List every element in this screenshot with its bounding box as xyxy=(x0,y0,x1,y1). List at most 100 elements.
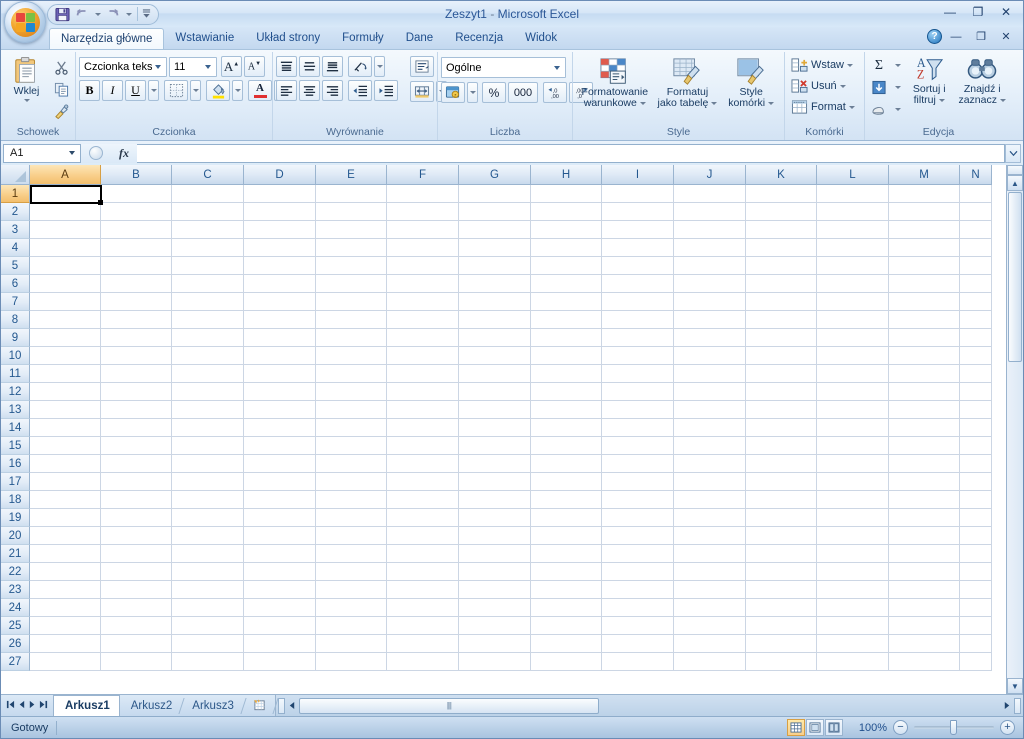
cell-C27[interactable] xyxy=(172,653,244,671)
cell-B11[interactable] xyxy=(101,365,172,383)
name-box-dropdown-icon[interactable] xyxy=(69,151,75,155)
column-header-d[interactable]: D xyxy=(244,165,316,185)
cell-F27[interactable] xyxy=(387,653,459,671)
cell-M6[interactable] xyxy=(889,275,960,293)
cell-L14[interactable] xyxy=(817,419,889,437)
cell-L22[interactable] xyxy=(817,563,889,581)
row-header-11[interactable]: 11 xyxy=(1,365,30,383)
row-header-13[interactable]: 13 xyxy=(1,401,30,419)
cell-L24[interactable] xyxy=(817,599,889,617)
cell-C26[interactable] xyxy=(172,635,244,653)
cell-F8[interactable] xyxy=(387,311,459,329)
percent-format-button[interactable]: % xyxy=(482,82,506,103)
cancel-icon[interactable] xyxy=(89,146,103,160)
cell-E27[interactable] xyxy=(316,653,387,671)
insert-function-icon[interactable]: fx xyxy=(119,146,129,161)
font-name-input[interactable]: Czcionka tekstu xyxy=(79,56,167,77)
cell-A24[interactable] xyxy=(30,599,101,617)
cell-G26[interactable] xyxy=(459,635,531,653)
row-header-23[interactable]: 23 xyxy=(1,581,30,599)
cell-E14[interactable] xyxy=(316,419,387,437)
cell-E7[interactable] xyxy=(316,293,387,311)
cell-styles-button[interactable]: Style komórki xyxy=(721,56,781,109)
cell-G22[interactable] xyxy=(459,563,531,581)
cell-F6[interactable] xyxy=(387,275,459,293)
cell-B9[interactable] xyxy=(101,329,172,347)
cell-E24[interactable] xyxy=(316,599,387,617)
cell-J19[interactable] xyxy=(674,509,746,527)
undo-dropdown-icon[interactable] xyxy=(92,5,103,23)
help-icon[interactable]: ? xyxy=(927,29,942,44)
cell-N2[interactable] xyxy=(960,203,992,221)
cell-C3[interactable] xyxy=(172,221,244,239)
cell-E22[interactable] xyxy=(316,563,387,581)
cell-H19[interactable] xyxy=(531,509,602,527)
horizontal-split-handle-right[interactable] xyxy=(1014,697,1021,714)
window-minimize-button[interactable]: — xyxy=(937,3,963,21)
cell-J25[interactable] xyxy=(674,617,746,635)
comma-format-button[interactable]: 000 xyxy=(508,82,538,103)
cell-I27[interactable] xyxy=(602,653,674,671)
cell-C10[interactable] xyxy=(172,347,244,365)
cell-H8[interactable] xyxy=(531,311,602,329)
column-header-n[interactable]: N xyxy=(960,165,992,185)
cell-H17[interactable] xyxy=(531,473,602,491)
vertical-split-handle[interactable] xyxy=(1007,165,1023,175)
cell-I4[interactable] xyxy=(602,239,674,257)
cell-N3[interactable] xyxy=(960,221,992,239)
cell-G9[interactable] xyxy=(459,329,531,347)
cell-D18[interactable] xyxy=(244,491,316,509)
cell-D3[interactable] xyxy=(244,221,316,239)
cell-G6[interactable] xyxy=(459,275,531,293)
align-center-button[interactable] xyxy=(299,80,320,101)
cell-E1[interactable] xyxy=(316,185,387,203)
cell-J4[interactable] xyxy=(674,239,746,257)
sheet-tab-arkusz1[interactable]: Arkusz1 xyxy=(53,695,120,716)
wrap-text-button[interactable] xyxy=(410,56,434,77)
customize-qat-icon[interactable] xyxy=(141,5,152,23)
cell-K22[interactable] xyxy=(746,563,817,581)
cell-E4[interactable] xyxy=(316,239,387,257)
delete-cells-dropdown-icon[interactable] xyxy=(839,84,846,88)
cell-L18[interactable] xyxy=(817,491,889,509)
cell-C19[interactable] xyxy=(172,509,244,527)
cell-G2[interactable] xyxy=(459,203,531,221)
cell-F5[interactable] xyxy=(387,257,459,275)
cell-E11[interactable] xyxy=(316,365,387,383)
cell-E25[interactable] xyxy=(316,617,387,635)
cell-G7[interactable] xyxy=(459,293,531,311)
scroll-up-arrow-icon[interactable]: ▲ xyxy=(1007,175,1023,191)
format-cells-button[interactable]: Format xyxy=(788,97,858,117)
cell-C15[interactable] xyxy=(172,437,244,455)
cell-M17[interactable] xyxy=(889,473,960,491)
cell-M26[interactable] xyxy=(889,635,960,653)
cell-L13[interactable] xyxy=(817,401,889,419)
cell-G17[interactable] xyxy=(459,473,531,491)
align-right-button[interactable] xyxy=(322,80,343,101)
column-header-m[interactable]: M xyxy=(889,165,960,185)
cell-L11[interactable] xyxy=(817,365,889,383)
cell-D20[interactable] xyxy=(244,527,316,545)
clear-dropdown-icon[interactable] xyxy=(892,101,903,119)
cell-H26[interactable] xyxy=(531,635,602,653)
borders-dropdown-icon[interactable] xyxy=(190,80,201,101)
cell-A10[interactable] xyxy=(30,347,101,365)
cell-A14[interactable] xyxy=(30,419,101,437)
cell-C12[interactable] xyxy=(172,383,244,401)
zoom-slider[interactable] xyxy=(914,720,994,735)
cell-K2[interactable] xyxy=(746,203,817,221)
cell-H2[interactable] xyxy=(531,203,602,221)
cell-I7[interactable] xyxy=(602,293,674,311)
cell-H24[interactable] xyxy=(531,599,602,617)
cell-N25[interactable] xyxy=(960,617,992,635)
accounting-dropdown-icon[interactable] xyxy=(467,82,478,103)
row-header-10[interactable]: 10 xyxy=(1,347,30,365)
cell-H3[interactable] xyxy=(531,221,602,239)
cell-G5[interactable] xyxy=(459,257,531,275)
cell-M11[interactable] xyxy=(889,365,960,383)
cell-N4[interactable] xyxy=(960,239,992,257)
cell-A25[interactable] xyxy=(30,617,101,635)
cell-K4[interactable] xyxy=(746,239,817,257)
align-middle-button[interactable] xyxy=(299,56,320,77)
cell-I10[interactable] xyxy=(602,347,674,365)
